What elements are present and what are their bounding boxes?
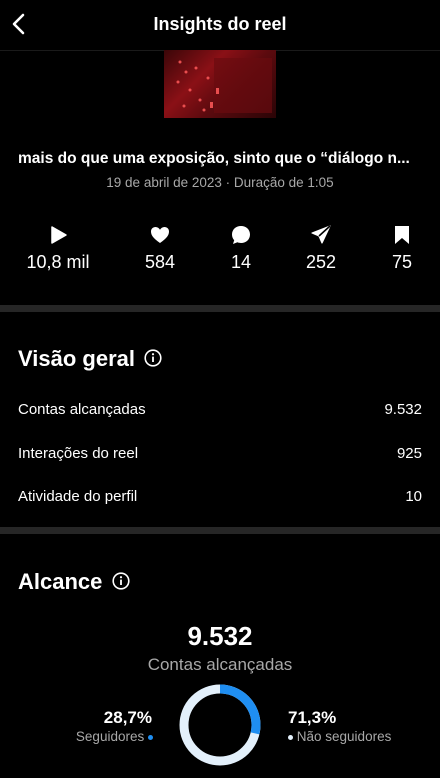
row-value: 9.532	[384, 401, 422, 418]
top-bar: Insights do reel	[0, 0, 440, 51]
likes-count: 584	[144, 252, 176, 272]
row-label: Contas alcançadas	[18, 401, 146, 418]
saves-stat: 75	[357, 224, 440, 273]
reel-date-duration: 19 de abril de 2023 · Duração de 1:05	[106, 175, 334, 190]
shares-stat: 252	[276, 224, 366, 273]
reach-total-label: Contas alcançadas	[147, 655, 293, 674]
saves-count: 75	[391, 252, 413, 272]
non-followers-legend: Não seguidores	[288, 729, 391, 744]
reach-title: Alcance	[18, 569, 103, 594]
plays-stat: 10,8 mil	[13, 224, 103, 273]
play-icon	[51, 226, 67, 244]
row-value: 10	[405, 488, 422, 505]
likes-stat: 584	[115, 224, 205, 273]
thumbnail-art	[176, 58, 272, 113]
row-value: 925	[396, 445, 422, 462]
shares-count: 252	[305, 252, 337, 272]
info-icon	[144, 349, 162, 367]
non-followers-percent: 71,3%	[288, 708, 337, 727]
heart-icon	[151, 227, 169, 243]
plays-count: 10,8 mil	[26, 252, 90, 272]
section-divider	[0, 527, 440, 534]
reel-caption: mais do que uma exposição, sinto que o “…	[18, 150, 410, 167]
reach-info-button[interactable]	[112, 572, 130, 590]
followers-dot	[148, 734, 153, 740]
comments-count: 14	[230, 252, 252, 272]
followers-legend: Seguidores	[76, 729, 153, 744]
bookmark-icon	[395, 226, 409, 244]
followers-label: Seguidores	[75, 729, 145, 744]
followers-percent: 28,7%	[103, 708, 152, 727]
comment-icon	[232, 226, 250, 244]
overview-title: Visão geral	[18, 346, 135, 371]
engagement-stats: 10,8 mil 584 14 252 75	[0, 224, 440, 274]
info-icon	[112, 572, 130, 590]
reach-total: 9.532	[187, 621, 253, 651]
section-divider	[0, 305, 440, 312]
share-icon	[311, 225, 331, 244]
non-followers-dot	[288, 734, 293, 740]
row-label: Atividade do perfil	[18, 488, 138, 505]
non-followers-label: Não seguidores	[296, 729, 392, 744]
reach-donut-chart	[179, 684, 261, 766]
row-label: Interações do reel	[18, 445, 139, 462]
reel-thumbnail[interactable]	[164, 50, 276, 118]
overview-info-button[interactable]	[144, 349, 162, 367]
overview-row[interactable]: Atividade do perfil 10	[18, 488, 422, 505]
overview-row[interactable]: Contas alcançadas 9.532	[18, 401, 422, 418]
page-title: Insights do reel	[153, 14, 287, 34]
overview-row[interactable]: Interações do reel 925	[18, 445, 422, 462]
comments-stat: 14	[196, 224, 286, 273]
